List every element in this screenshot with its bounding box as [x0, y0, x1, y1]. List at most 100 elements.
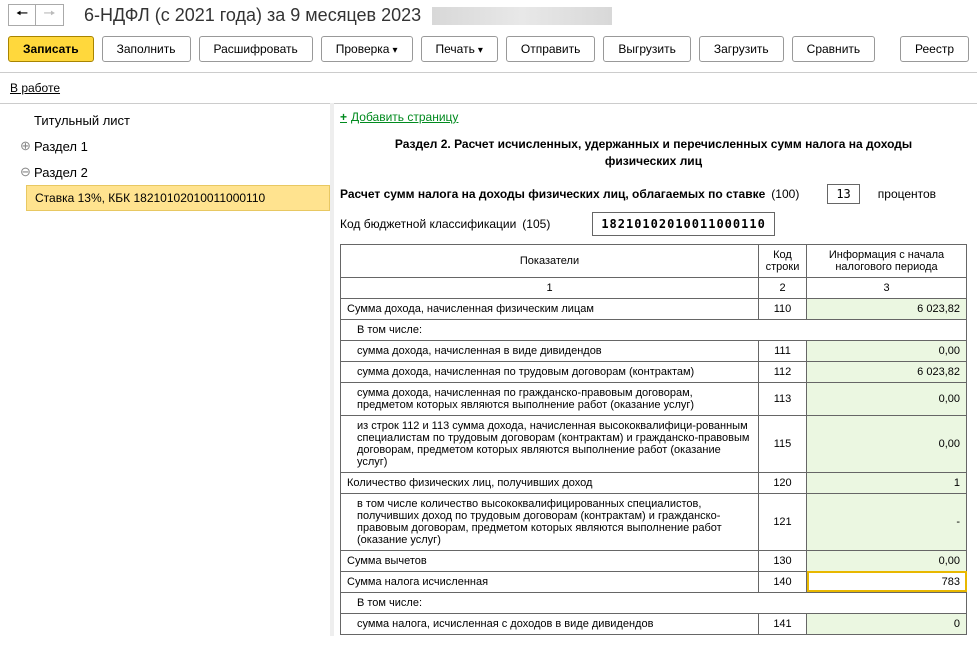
row-code: 121 — [759, 493, 807, 550]
check-button[interactable]: Проверка▾ — [321, 36, 413, 62]
nav-forward-button[interactable]: 🠖 — [36, 4, 64, 26]
sidebar-item-label: Раздел 1 — [34, 139, 88, 154]
row-label: В том числе: — [341, 592, 967, 613]
row-value[interactable]: 1 — [807, 472, 967, 493]
row-value[interactable]: 6 023,82 — [807, 298, 967, 319]
main-panel: + Добавить страницу Раздел 2. Расчет исч… — [334, 103, 977, 636]
rate-label: Расчет сумм налога на доходы физических … — [340, 187, 765, 201]
sub-3: 3 — [807, 277, 967, 298]
sidebar: Титульный лист ⊕ Раздел 1 ⊖ Раздел 2 Ста… — [0, 103, 330, 636]
table-row: в том числе количество высококвалифициро… — [341, 493, 967, 550]
row-label: сумма дохода, начисленная в виде дивиден… — [341, 340, 759, 361]
add-page-label: Добавить страницу — [351, 110, 458, 124]
statusbar: В работе — [0, 73, 977, 103]
rate-suffix: процентов — [878, 187, 936, 201]
row-code: 112 — [759, 361, 807, 382]
row-value[interactable]: 0,00 — [807, 340, 967, 361]
row-value[interactable]: 0,00 — [807, 382, 967, 415]
content: Титульный лист ⊕ Раздел 1 ⊖ Раздел 2 Ста… — [0, 103, 977, 636]
row-value[interactable]: 0 — [807, 613, 967, 634]
row-code: 130 — [759, 550, 807, 571]
page-title: 6-НДФЛ (с 2021 года) за 9 месяцев 2023 — [84, 5, 612, 26]
row-label: в том числе количество высококвалифициро… — [341, 493, 759, 550]
row-label: сумма дохода, начисленная по гражданско-… — [341, 382, 759, 415]
chevron-down-icon: ▾ — [478, 45, 483, 56]
sidebar-item-section2[interactable]: ⊖ Раздел 2 — [0, 159, 330, 185]
export-button[interactable]: Выгрузить — [603, 36, 691, 62]
table-row: сумма дохода, начисленная в виде дивиден… — [341, 340, 967, 361]
row-code: 120 — [759, 472, 807, 493]
expander-minus-icon[interactable]: ⊖ — [20, 164, 34, 180]
kbk-field[interactable]: 18210102010011000110 — [592, 212, 775, 236]
compare-button[interactable]: Сравнить — [792, 36, 875, 62]
row-value[interactable]: 0,00 — [807, 550, 967, 571]
table-row: Сумма налога исчисленная140783 — [341, 571, 967, 592]
sidebar-child-rate[interactable]: Ставка 13%, КБК 18210102010011000110 — [26, 185, 330, 211]
rate-field[interactable]: 13 — [827, 184, 859, 204]
sidebar-item-title-page[interactable]: Титульный лист — [0, 108, 330, 133]
row-label: сумма дохода, начисленная по трудовым до… — [341, 361, 759, 382]
row-code: 111 — [759, 340, 807, 361]
decipher-button[interactable]: Расшифровать — [199, 36, 313, 62]
check-label: Проверка — [336, 42, 390, 56]
row-label: В том числе: — [341, 319, 967, 340]
sub-1: 1 — [341, 277, 759, 298]
table-row: сумма дохода, начисленная по трудовым до… — [341, 361, 967, 382]
nav-back-button[interactable]: 🠔 — [8, 4, 36, 26]
kbk-label: Код бюджетной классификации — [340, 217, 516, 231]
table-row: В том числе: — [341, 319, 967, 340]
send-button[interactable]: Отправить — [506, 36, 596, 62]
sidebar-item-label: Раздел 2 — [34, 165, 88, 180]
row-label: Количество физических лиц, получивших до… — [341, 472, 759, 493]
table-body: Сумма дохода, начисленная физическим лиц… — [341, 298, 967, 634]
row-label: Сумма налога исчисленная — [341, 571, 759, 592]
row-value[interactable]: 0,00 — [807, 415, 967, 472]
section-title: Раздел 2. Расчет исчисленных, удержанных… — [374, 136, 934, 170]
row-label: Сумма дохода, начисленная физическим лиц… — [341, 298, 759, 319]
sidebar-item-label: Титульный лист — [34, 113, 130, 128]
row-label: сумма налога, исчисленная с доходов в ви… — [341, 613, 759, 634]
table-row: В том числе: — [341, 592, 967, 613]
row-value[interactable]: - — [807, 493, 967, 550]
register-button[interactable]: Реестр — [900, 36, 969, 62]
status-link[interactable]: В работе — [10, 81, 60, 95]
rate-line: Расчет сумм налога на доходы физических … — [340, 184, 967, 204]
print-button[interactable]: Печать▾ — [421, 36, 498, 62]
table-row: Сумма вычетов1300,00 — [341, 550, 967, 571]
print-label: Печать — [436, 42, 475, 56]
kbk-line: Код бюджетной классификации (105) 182101… — [340, 212, 967, 236]
table-row: сумма налога, исчисленная с доходов в ви… — [341, 613, 967, 634]
write-button[interactable]: Записать — [8, 36, 94, 62]
toolbar: Записать Заполнить Расшифровать Проверка… — [0, 30, 977, 73]
row-code: 141 — [759, 613, 807, 634]
plus-icon: + — [340, 110, 347, 124]
chevron-down-icon: ▾ — [392, 45, 397, 56]
expander-plus-icon[interactable]: ⊕ — [20, 138, 34, 154]
data-table: Показатели Код строки Информация с начал… — [340, 244, 967, 635]
row-label: из строк 112 и 113 сумма дохода, начисле… — [341, 415, 759, 472]
titlebar: 🠔 🠖 6-НДФЛ (с 2021 года) за 9 месяцев 20… — [0, 0, 977, 30]
add-page-link[interactable]: + Добавить страницу — [340, 110, 967, 124]
row-label: Сумма вычетов — [341, 550, 759, 571]
kbk-code: (105) — [522, 217, 550, 231]
col-value: Информация с начала налогового периода — [807, 244, 967, 277]
row-code: 110 — [759, 298, 807, 319]
table-row: Количество физических лиц, получивших до… — [341, 472, 967, 493]
title-blur — [432, 7, 612, 25]
row-value[interactable]: 6 023,82 — [807, 361, 967, 382]
col-code: Код строки — [759, 244, 807, 277]
row-code: 113 — [759, 382, 807, 415]
sidebar-item-section1[interactable]: ⊕ Раздел 1 — [0, 133, 330, 159]
col-indicators: Показатели — [341, 244, 759, 277]
row-value[interactable]: 783 — [807, 571, 967, 592]
table-row: Сумма дохода, начисленная физическим лиц… — [341, 298, 967, 319]
fill-button[interactable]: Заполнить — [102, 36, 191, 62]
import-button[interactable]: Загрузить — [699, 36, 784, 62]
table-header-row: Показатели Код строки Информация с начал… — [341, 244, 967, 277]
table-row: из строк 112 и 113 сумма дохода, начисле… — [341, 415, 967, 472]
row-code: 140 — [759, 571, 807, 592]
table-subheader-row: 1 2 3 — [341, 277, 967, 298]
row-code: 115 — [759, 415, 807, 472]
rate-code: (100) — [771, 187, 799, 201]
table-row: сумма дохода, начисленная по гражданско-… — [341, 382, 967, 415]
